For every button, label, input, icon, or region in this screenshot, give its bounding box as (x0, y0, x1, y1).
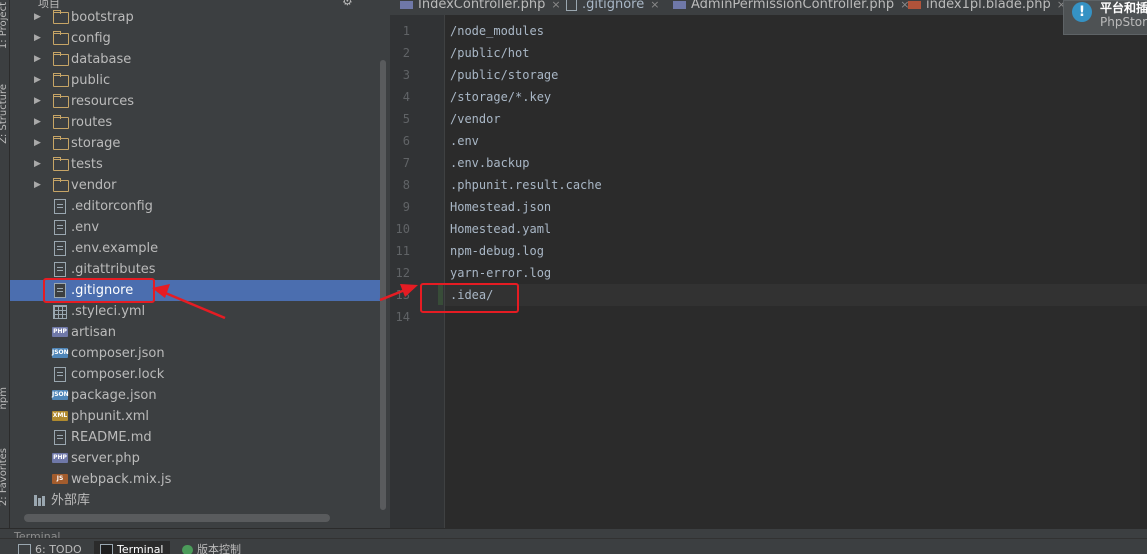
annotation-arrow-left (152, 284, 226, 320)
annotation-arrows (152, 284, 418, 320)
annotation-arrow-right (379, 284, 418, 302)
